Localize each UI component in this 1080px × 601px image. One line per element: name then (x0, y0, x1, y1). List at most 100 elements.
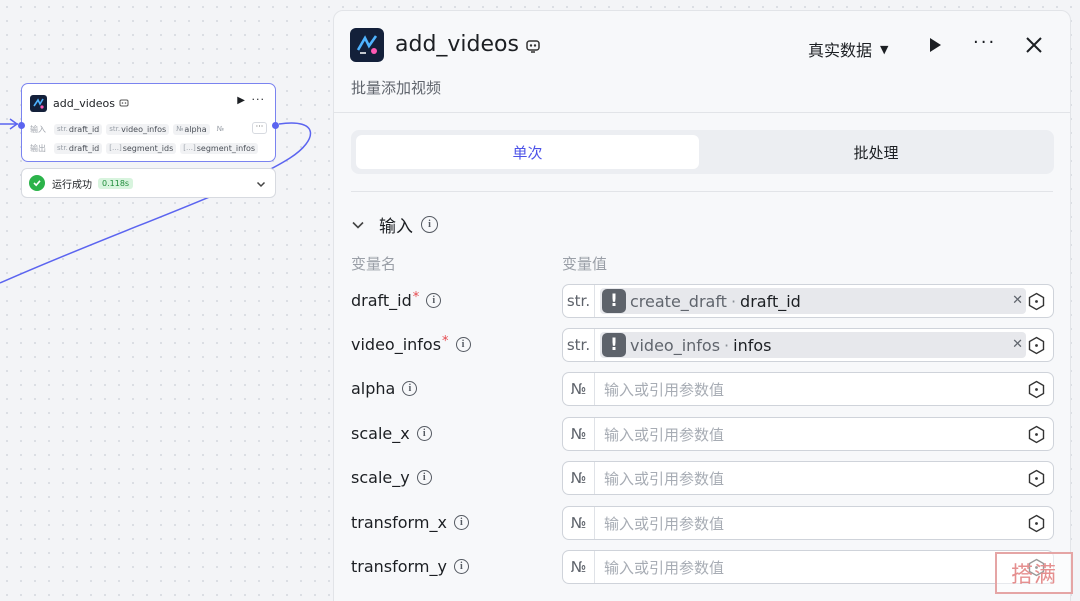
variable-value-input[interactable]: № 输入或引用参数值 (562, 461, 1054, 495)
plugin-logo-icon (30, 94, 47, 112)
node-inputs-row: 输入 str. draft_id str. video_infos № alpha № (30, 122, 232, 136)
inputs-section-header[interactable]: 输入 i (351, 212, 438, 237)
variable-name: scale_x i (351, 424, 432, 443)
input-port[interactable] (18, 122, 25, 129)
more-options-icon[interactable]: ··· (973, 32, 996, 53)
input-tag: str. video_infos (106, 123, 170, 135)
node-detail-panel: add_videos 真实数据 ▼ ··· 批量添加视频 单次 批处理 输入 i… (333, 10, 1071, 601)
plugin-logo-icon (350, 28, 384, 62)
node-outputs-row: 输出 str. draft_id […] segment_ids […] segmen… (30, 141, 262, 155)
type-indicator: str. (563, 285, 595, 317)
output-tag: str. draft_id (54, 142, 103, 154)
run-status-bar[interactable]: 运行成功 0.118s (21, 168, 276, 198)
type-indicator: № (563, 551, 595, 583)
input-placeholder: 输入或引用参数值 (604, 558, 725, 577)
plugin-badge-icon (526, 40, 540, 53)
input-tag-faded: № (216, 125, 224, 133)
data-mode-label: 真实数据 (808, 41, 873, 60)
variable-name: transform_x i (351, 513, 469, 532)
clear-reference-icon[interactable]: ✕ (1012, 337, 1023, 352)
info-icon[interactable]: i (426, 293, 442, 308)
watermark-stamp: 搭满 (995, 552, 1073, 594)
data-mode-dropdown[interactable]: 真实数据 ▼ (808, 37, 888, 61)
output-port[interactable] (272, 122, 279, 129)
success-check-icon (29, 175, 45, 191)
variable-options-icon[interactable] (1027, 336, 1046, 355)
info-icon[interactable]: i (416, 426, 432, 441)
required-mark: * (442, 334, 449, 349)
variable-row: transform_y i № 输入或引用参数值 (334, 550, 1070, 584)
clear-reference-icon[interactable]: ✕ (1012, 293, 1023, 308)
variable-value-input[interactable]: str. ! create_draft · draft_id ✕ (562, 284, 1054, 318)
reference-chip[interactable]: ! video_infos · infos (600, 332, 1026, 358)
required-mark: * (412, 290, 420, 305)
type-indicator: № (563, 418, 595, 450)
run-node-icon[interactable]: ▶ (237, 95, 245, 106)
caret-down-icon: ▼ (880, 42, 889, 56)
variable-value-input[interactable]: № 输入或引用参数值 (562, 550, 1054, 584)
input-placeholder: 输入或引用参数值 (604, 469, 725, 488)
status-text: 运行成功 (52, 179, 92, 191)
variable-value-input[interactable]: № 输入或引用参数值 (562, 417, 1054, 451)
info-icon[interactable]: i (421, 216, 438, 233)
info-icon[interactable]: i (453, 559, 469, 574)
variable-name: draft_id * i (351, 290, 442, 310)
variable-row: video_infos * i str. ! video_infos · infos … (334, 328, 1070, 362)
chevron-down-icon[interactable] (351, 218, 365, 232)
panel-title: add_videos (395, 32, 519, 57)
variable-row: transform_x i № 输入或引用参数值 (334, 506, 1070, 540)
variable-options-icon[interactable] (1027, 292, 1046, 311)
tab-batch[interactable]: 批处理 (703, 135, 1049, 169)
header-divider (334, 112, 1070, 113)
warning-exclamation-icon: ! (602, 289, 626, 313)
info-icon[interactable]: i (453, 515, 469, 530)
panel-header: add_videos 真实数据 ▼ ··· 批量添加视频 (334, 11, 1070, 112)
variable-row: scale_x i № 输入或引用参数值 (334, 417, 1070, 451)
variable-name: alpha i (351, 379, 418, 398)
input-tag: № alpha (173, 123, 210, 135)
type-indicator: № (563, 462, 595, 494)
variable-options-icon[interactable] (1027, 469, 1046, 488)
variable-row: draft_id * i str. ! create_draft · draft_id… (334, 284, 1070, 318)
more-inputs-button[interactable]: ··· (252, 122, 267, 134)
reference-chip[interactable]: ! create_draft · draft_id (600, 288, 1026, 314)
type-indicator: № (563, 507, 595, 539)
node-more-icon[interactable]: ··· (252, 93, 266, 106)
variable-row: scale_y i № 输入或引用参数值 (334, 461, 1070, 495)
info-icon[interactable]: i (455, 337, 471, 352)
column-header-value: 变量值 (562, 255, 608, 273)
variable-name: video_infos * i (351, 334, 471, 354)
variable-value-input[interactable]: str. ! video_infos · infos ✕ (562, 328, 1054, 362)
variable-row: alpha i № 输入或引用参数值 (334, 372, 1070, 406)
variable-value-input[interactable]: № 输入或引用参数值 (562, 372, 1054, 406)
input-placeholder: 输入或引用参数值 (604, 514, 725, 533)
section-title: 输入 (379, 217, 413, 237)
close-icon[interactable] (1024, 35, 1044, 55)
variable-name: scale_y i (351, 468, 432, 487)
variable-value-input[interactable]: № 输入或引用参数值 (562, 506, 1054, 540)
input-placeholder: 输入或引用参数值 (604, 425, 725, 444)
info-icon[interactable]: i (416, 470, 432, 485)
tab-single[interactable]: 单次 (356, 135, 699, 169)
tabs-divider (351, 191, 1053, 192)
type-indicator: str. (563, 329, 595, 361)
variable-options-icon[interactable] (1027, 380, 1046, 399)
inputs-label: 输入 (30, 124, 46, 134)
variable-name: transform_y i (351, 557, 469, 576)
panel-description: 批量添加视频 (351, 79, 442, 97)
input-tag: str. draft_id (54, 123, 103, 135)
info-icon[interactable]: i (402, 381, 418, 396)
plugin-badge-icon (119, 99, 129, 107)
variable-options-icon[interactable] (1027, 425, 1046, 444)
type-indicator: № (563, 373, 595, 405)
column-header-name: 变量名 (351, 255, 397, 273)
output-tag: […] segment_ids (106, 142, 177, 154)
run-duration-badge: 0.118s (98, 177, 134, 189)
variable-options-icon[interactable] (1027, 514, 1046, 533)
run-icon[interactable] (926, 36, 944, 54)
chevron-down-icon[interactable] (255, 178, 267, 190)
node-title: add_videos (53, 96, 115, 110)
input-placeholder: 输入或引用参数值 (604, 380, 725, 399)
add-videos-node[interactable]: add_videos ▶ ··· 输入 str. draft_id str. vid… (18, 83, 279, 162)
warning-exclamation-icon: ! (602, 333, 626, 357)
